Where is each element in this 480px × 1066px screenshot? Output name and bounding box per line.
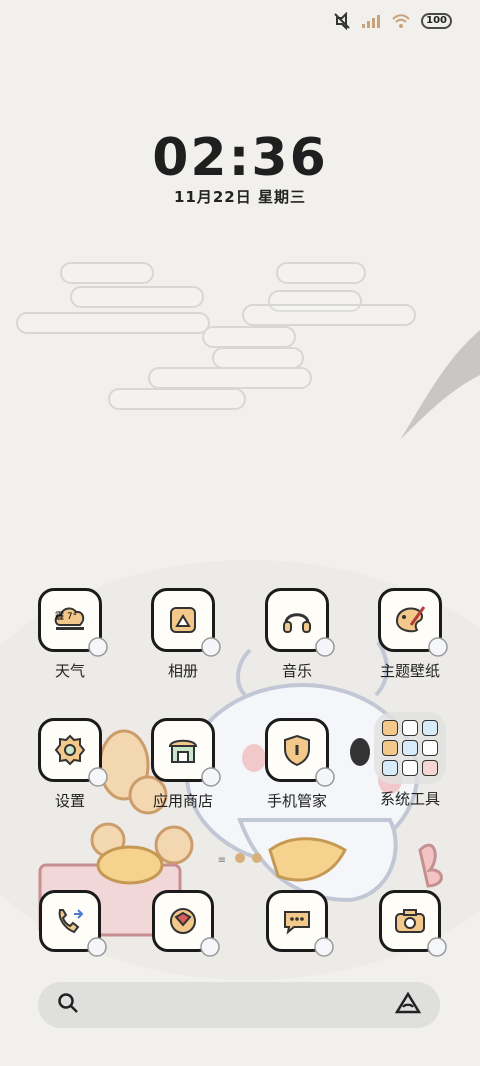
dragon-badge-icon [314, 937, 334, 957]
app-label: 天气 [54, 662, 85, 680]
clock-widget[interactable]: 02:36 11月22日 星期三 [0, 128, 480, 207]
app-security[interactable]: 手机管家 [242, 718, 352, 811]
app-label: 设置 [54, 792, 85, 810]
browser-icon [152, 890, 220, 957]
folder-mini-icon [422, 740, 438, 756]
dock-camera[interactable] [355, 890, 465, 957]
app-settings[interactable]: 设置 [15, 718, 125, 811]
settings-icon [38, 718, 108, 787]
page-dot-icon [252, 853, 263, 863]
clock-date: 11月22日 星期三 [174, 188, 306, 206]
folder-mini-icon [382, 740, 398, 756]
security-icon [265, 718, 335, 787]
dragon-badge-icon [201, 767, 221, 787]
folder-mini-icon [402, 740, 418, 756]
messages-icon [266, 890, 334, 957]
page-indicator[interactable]: ≡ [0, 853, 480, 866]
dock-messages[interactable] [242, 890, 352, 957]
camera-icon [379, 890, 447, 957]
dragon-badge-icon [428, 637, 448, 657]
app-theme[interactable]: 主题壁纸 [355, 588, 465, 681]
phone-icon [39, 890, 107, 957]
battery-icon: 100 [421, 13, 452, 29]
weather-icon: 霾 7° [38, 588, 108, 657]
app-gallery[interactable]: 相册 [128, 588, 238, 681]
app-label: 相册 [167, 662, 198, 680]
folder-mini-icon [382, 760, 398, 776]
clock-time: 02:36 [152, 128, 328, 188]
app-music[interactable]: 音乐 [242, 588, 352, 681]
app-store[interactable]: 应用商店 [128, 718, 238, 811]
status-bar: 100 [333, 12, 452, 30]
folder-mini-icon [422, 760, 438, 776]
gallery-icon [151, 588, 221, 657]
app-label: 音乐 [281, 662, 312, 680]
weather-text: 霾 7° [55, 612, 78, 622]
dragon-badge-icon [87, 937, 107, 957]
mute-icon [333, 12, 351, 30]
signal-icon [361, 13, 381, 29]
dragon-badge-icon [200, 937, 220, 957]
folder-icon [374, 712, 446, 784]
search-icon[interactable] [56, 991, 80, 1019]
folder-mini-icon [402, 760, 418, 776]
folder-mini-icon [402, 720, 418, 736]
dragon-badge-icon [427, 937, 447, 957]
folder-mini-icon [422, 720, 438, 736]
folder-mini-icon [382, 720, 398, 736]
dragon-badge-icon [315, 637, 335, 657]
page-dot-icon [235, 853, 246, 863]
menu-dot-icon: ≡ [217, 855, 226, 866]
app-label: 手机管家 [266, 792, 327, 810]
dragon-badge-icon [88, 637, 108, 657]
theme-icon [378, 588, 448, 657]
dragon-badge-icon [315, 767, 335, 787]
app-label: 系统工具 [379, 790, 440, 808]
music-icon [265, 588, 335, 657]
dragon-badge-icon [88, 767, 108, 787]
app-weather[interactable]: 霾 7° 天气 [15, 588, 125, 681]
search-bar[interactable] [38, 982, 440, 1028]
app-label: 主题壁纸 [379, 662, 440, 680]
store-icon [151, 718, 221, 787]
dock-browser[interactable] [128, 890, 238, 957]
dragon-badge-icon [201, 637, 221, 657]
app-label: 应用商店 [152, 792, 213, 810]
dock-phone[interactable] [15, 890, 125, 957]
assistant-icon[interactable] [394, 991, 422, 1019]
wifi-icon [391, 13, 411, 29]
folder-system-tools[interactable]: 系统工具 [355, 712, 465, 809]
